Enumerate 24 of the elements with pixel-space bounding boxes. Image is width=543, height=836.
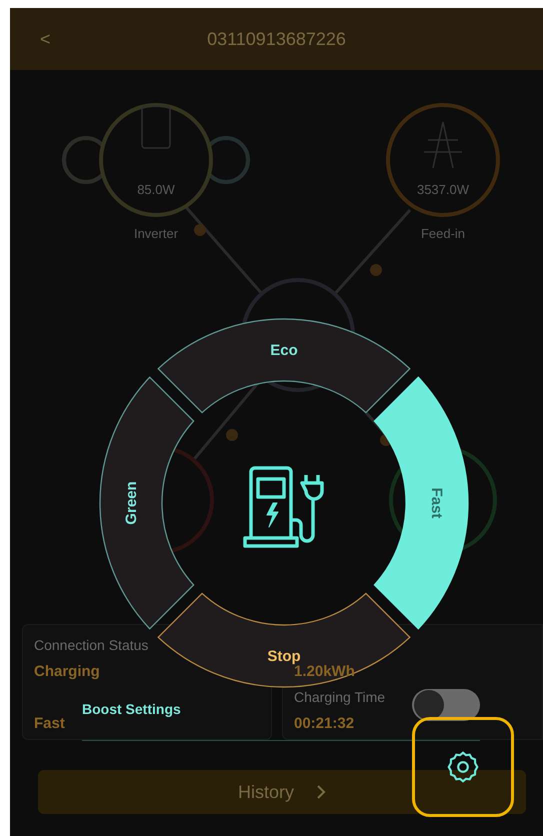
inverter-label: Inverter: [134, 226, 178, 241]
flow-dot: [194, 224, 206, 236]
field-label: Charging Time: [294, 688, 386, 707]
inverter-icon: [141, 105, 171, 149]
field-value: 00:21:32: [294, 714, 354, 734]
grid-power: 3537.0W: [416, 182, 470, 197]
mode-segment[interactable]: Fast: [374, 376, 469, 630]
settings-icon: [445, 749, 481, 785]
boost-settings-label: Boost Settings: [82, 700, 181, 719]
flow-dot: [226, 429, 238, 441]
pylon-icon: [423, 121, 463, 169]
field-value: Charging: [34, 662, 100, 682]
settings-button[interactable]: [412, 717, 514, 817]
mode-segment[interactable]: Green: [99, 376, 194, 630]
field-value: 1.20kWh: [294, 663, 355, 682]
inverter-power: 85.0W: [137, 182, 175, 197]
ev-charger-icon: [243, 466, 324, 548]
field-label: Connection Status: [34, 636, 148, 655]
mode-segment[interactable]: Eco: [158, 318, 410, 414]
device-title: 03110913687226: [207, 28, 346, 50]
chevron-right-icon: [316, 784, 326, 800]
field-value: Fast: [34, 714, 65, 734]
flow-dot: [370, 264, 382, 276]
grid-label: Feed-in: [420, 226, 466, 241]
